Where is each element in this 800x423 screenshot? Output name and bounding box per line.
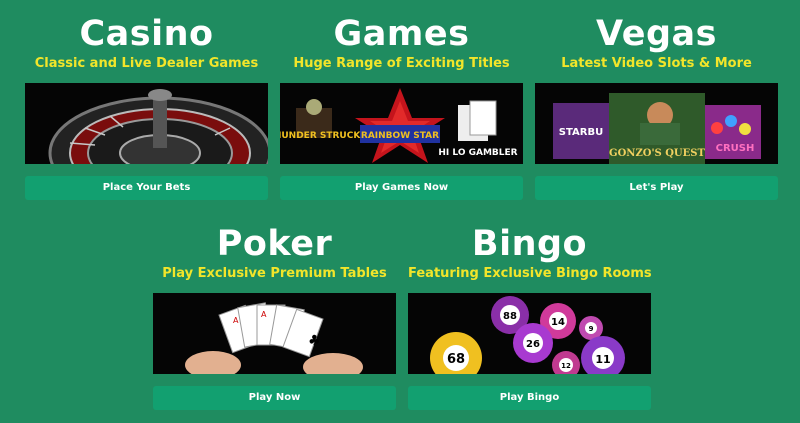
vegas-banner[interactable]: STARBU GONZO'S QUEST CRUSH	[535, 83, 778, 164]
games-title: Games	[333, 14, 470, 54]
games-card: Games Huge Range of Exciting Titles THUN…	[280, 16, 523, 200]
bingo-ball-26: 26	[526, 339, 540, 350]
vegas-subtitle: Latest Video Slots & More	[561, 56, 752, 71]
casino-card: Casino Classic and Live Dealer Games Pla…	[25, 16, 268, 200]
bingo-balls-image: 88 14 9 68 26 11 12	[408, 293, 651, 374]
bingo-subtitle: Featuring Exclusive Bingo Rooms	[408, 266, 652, 281]
bingo-ball-14: 14	[551, 317, 565, 328]
vegas-card: Vegas Latest Video Slots & More STARBU G…	[535, 16, 778, 200]
hi-lo-gambler-logo: HI LO GAMBLER	[438, 148, 517, 158]
bingo-title: Bingo	[471, 224, 588, 264]
games-lobby: Casino Classic and Live Dealer Games Pla…	[0, 0, 800, 423]
crush-logo: CRUSH	[716, 143, 755, 154]
place-your-bets-button[interactable]: Place Your Bets	[25, 176, 268, 200]
svg-text:A: A	[233, 316, 239, 325]
play-bingo-button[interactable]: Play Bingo	[408, 386, 651, 410]
vegas-title: Vegas	[596, 14, 717, 54]
thunderstruck-logo: THUNDER STRUCK	[280, 131, 361, 141]
casino-title: Casino	[79, 14, 214, 54]
casino-banner[interactable]	[25, 83, 268, 164]
gonzos-quest-logo: GONZO'S QUEST	[609, 148, 705, 159]
starburst-logo: STARBU	[559, 127, 603, 138]
svg-text:♣: ♣	[308, 333, 321, 349]
poker-card: Poker Play Exclusive Premium Tables ♣ A …	[153, 226, 396, 410]
poker-title: Poker	[216, 224, 333, 264]
play-games-now-button[interactable]: Play Games Now	[280, 176, 523, 200]
bingo-ball-12: 12	[561, 362, 571, 370]
poker-banner[interactable]: ♣ A A	[153, 293, 396, 374]
bingo-ball-9: 9	[589, 325, 594, 333]
svg-text:A: A	[261, 310, 267, 319]
video-slots-image: STARBU GONZO'S QUEST CRUSH	[535, 83, 778, 164]
roulette-wheel-image	[25, 83, 268, 164]
slot-games-logos-image: THUNDER STRUCK RAINBOW STAR HI LO GAMBLE…	[280, 83, 523, 164]
bingo-card: Bingo Featuring Exclusive Bingo Rooms 88…	[408, 224, 652, 410]
games-subtitle: Huge Range of Exciting Titles	[293, 56, 510, 71]
poker-subtitle: Play Exclusive Premium Tables	[162, 266, 387, 281]
playing-cards-hand-image: ♣ A A	[153, 293, 396, 374]
bingo-banner[interactable]: 88 14 9 68 26 11 12	[408, 293, 651, 374]
bingo-ball-68: 68	[447, 352, 465, 367]
casino-subtitle: Classic and Live Dealer Games	[34, 56, 259, 71]
lets-play-button[interactable]: Let's Play	[535, 176, 778, 200]
games-banner[interactable]: THUNDER STRUCK RAINBOW STAR HI LO GAMBLE…	[280, 83, 523, 164]
rainbow-star-logo: RAINBOW STAR	[361, 131, 439, 141]
bingo-ball-11: 11	[595, 353, 610, 366]
play-now-button[interactable]: Play Now	[153, 386, 396, 410]
bingo-ball-88: 88	[503, 311, 517, 322]
